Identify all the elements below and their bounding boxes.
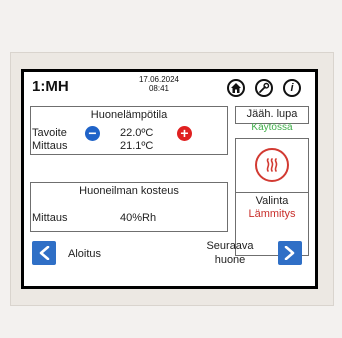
next-room-label[interactable]: Seuraava huone bbox=[198, 239, 262, 267]
chevron-right-icon bbox=[284, 246, 295, 260]
measurement-label: Mittaus bbox=[32, 140, 68, 152]
heating-icon bbox=[266, 158, 278, 172]
time: 08:41 bbox=[148, 84, 170, 93]
home-button[interactable] bbox=[227, 79, 245, 97]
room-temperature-title: Huonelämpötila bbox=[90, 109, 168, 121]
decrease-temperature-button[interactable]: − bbox=[85, 126, 100, 141]
chevron-left-icon bbox=[39, 246, 50, 260]
humidity-value: 40%Rh bbox=[120, 212, 157, 224]
next-label-line1: Seuraava bbox=[206, 240, 254, 252]
wrench-icon bbox=[259, 82, 270, 93]
heating-mode-button[interactable] bbox=[255, 148, 289, 182]
settings-button[interactable] bbox=[255, 79, 273, 97]
mode-title: Valinta bbox=[255, 195, 289, 207]
back-label[interactable]: Aloitus bbox=[68, 248, 101, 260]
mode-divider bbox=[235, 192, 309, 193]
next-label-line2: huone bbox=[214, 254, 246, 266]
back-button[interactable] bbox=[32, 241, 56, 265]
next-button[interactable] bbox=[278, 241, 302, 265]
measured-temperature: 21.1ºC bbox=[120, 140, 154, 152]
date: 17.06.2024 bbox=[138, 75, 180, 84]
mode-value: Lämmitys bbox=[248, 208, 296, 220]
plus-icon: + bbox=[180, 125, 189, 141]
thermostat-screen: 1:MH 17.06.2024 08:41 i Huonelämpötila T… bbox=[24, 72, 315, 286]
home-icon bbox=[231, 83, 241, 93]
info-icon: i bbox=[290, 82, 294, 94]
date-time: 17.06.2024 08:41 bbox=[126, 75, 192, 93]
humidity-measurement-label: Mittaus bbox=[32, 212, 68, 224]
increase-temperature-button[interactable]: + bbox=[177, 126, 192, 141]
target-temperature: 22.0ºC bbox=[120, 127, 154, 139]
room-id: 1:MH bbox=[32, 78, 69, 95]
humidity-title: Huoneilman kosteus bbox=[79, 185, 179, 197]
cooling-permission-title: Jääh. lupa bbox=[246, 108, 298, 120]
info-button[interactable]: i bbox=[283, 79, 301, 97]
minus-icon: − bbox=[88, 125, 97, 141]
target-label: Tavoite bbox=[32, 127, 67, 139]
cooling-permission-status: Käytössä bbox=[251, 122, 293, 133]
